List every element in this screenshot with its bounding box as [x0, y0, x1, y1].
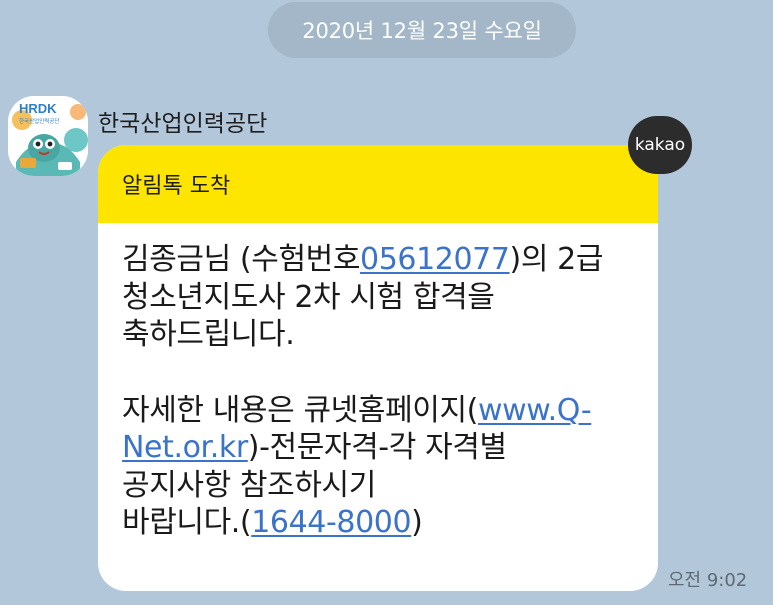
message-text: )-전문자격-각 자격별 — [247, 430, 507, 466]
message-line: Net.or.kr)-전문자격-각 자격별 — [122, 429, 638, 467]
hrdk-logo-icon: HRDK 한국산업인력공단 — [8, 96, 88, 176]
message-line: 자세한 내용은 큐넷홈페이지(www.Q- — [122, 392, 638, 430]
kakao-badge: kakao — [628, 116, 692, 174]
message-text: 김종금님 (수험번호 — [122, 242, 361, 277]
phone-number-link[interactable]: 1644-8000 — [251, 505, 411, 540]
sender-avatar[interactable]: HRDK 한국산업인력공단 — [8, 96, 88, 176]
exam-number-link[interactable]: 05612077 — [360, 242, 510, 277]
message-bubble[interactable]: 알림톡 도착 김종금님 (수험번호05612077)의 2급 청소년지도사 2차… — [98, 145, 658, 591]
message-body: 김종금님 (수험번호05612077)의 2급 청소년지도사 2차 시험 합격을… — [98, 223, 658, 542]
message-header: 알림톡 도착 — [98, 145, 658, 223]
avatar-subtext: 한국산업인력공단 — [19, 117, 59, 125]
message-line: 청소년지도사 2차 시험 합격을 — [122, 279, 495, 315]
message-text: 자세한 내용은 큐넷홈페이지( — [122, 392, 478, 428]
message-text: 바랍니다.( — [122, 505, 252, 541]
message-text: )의 2급 — [509, 242, 604, 277]
message-line: 바랍니다.(1644-8000) — [122, 504, 638, 542]
date-divider: 2020년 12월 23일 수요일 — [268, 2, 576, 58]
message-line: 축하드립니다. — [122, 317, 295, 353]
qnet-url-link[interactable]: Net.or.kr — [122, 430, 248, 465]
message-text: ) — [411, 505, 423, 541]
avatar-logo-text: HRDK — [19, 101, 57, 116]
message-line: 공지사항 참조하시기 — [122, 467, 376, 503]
message-line: 김종금님 (수험번호05612077)의 2급 — [122, 241, 638, 279]
sender-name: 한국산업인력공단 — [98, 111, 268, 137]
qnet-url-link[interactable]: www.Q- — [478, 393, 592, 428]
message-time: 오전 9:02 — [668, 570, 748, 591]
